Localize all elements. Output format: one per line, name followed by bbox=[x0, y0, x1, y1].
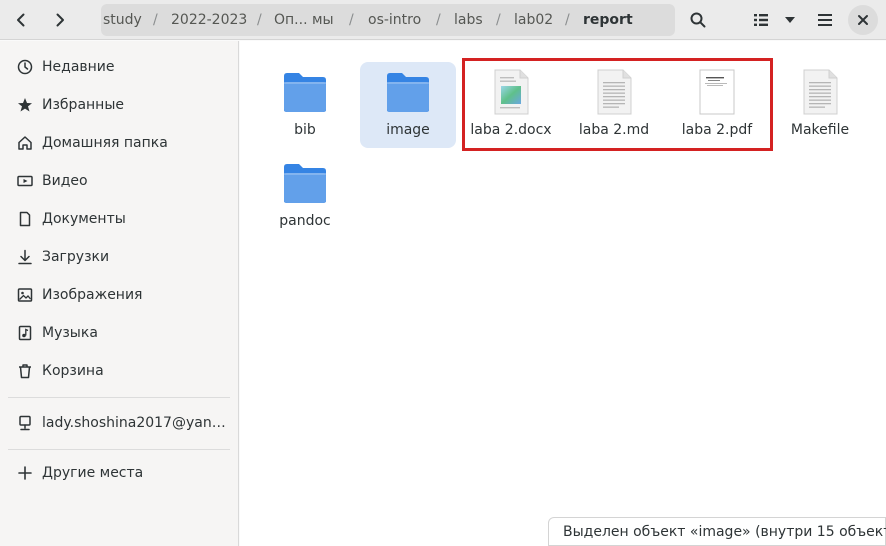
path-separator: / bbox=[153, 12, 158, 28]
header-bar: study / 2022-2023 / Оп... мы / os-intro … bbox=[0, 0, 886, 40]
list-view-icon bbox=[753, 12, 769, 28]
image-icon bbox=[17, 287, 33, 303]
file-manager-window: study / 2022-2023 / Оп... мы / os-intro … bbox=[0, 0, 886, 546]
sidebar-item-home[interactable]: Домашняя папка bbox=[0, 125, 238, 161]
sidebar-item-label: Другие места bbox=[42, 465, 144, 481]
sidebar-item-label: Корзина bbox=[42, 363, 104, 379]
folder-icon bbox=[281, 159, 329, 207]
back-icon bbox=[13, 12, 29, 28]
sidebar-item-documents[interactable]: Документы bbox=[0, 201, 238, 237]
file-item-image[interactable]: image bbox=[360, 62, 456, 148]
path-separator: / bbox=[257, 12, 262, 28]
music-icon bbox=[17, 325, 33, 341]
sidebar-item-label: Загрузки bbox=[42, 249, 110, 265]
sidebar-item-recent[interactable]: Недавние bbox=[0, 49, 238, 85]
sidebar-divider bbox=[8, 397, 230, 398]
close-button[interactable] bbox=[848, 5, 878, 35]
path-separator: / bbox=[565, 12, 570, 28]
folder-icon bbox=[384, 68, 432, 116]
search-icon bbox=[690, 12, 706, 28]
sidebar-item-other-locations[interactable]: Другие места bbox=[0, 455, 238, 491]
breadcrumb-os-intro[interactable]: os-intro bbox=[368, 4, 421, 36]
view-mode-button[interactable] bbox=[746, 4, 776, 36]
path-separator: / bbox=[496, 12, 501, 28]
folder-icon bbox=[281, 68, 329, 116]
file-item-bib[interactable]: bib bbox=[257, 62, 353, 148]
file-item-makefile[interactable]: Makefile bbox=[772, 62, 868, 148]
download-icon bbox=[17, 249, 33, 265]
sidebar-item-label: Документы bbox=[42, 211, 126, 227]
breadcrumb-lab02[interactable]: lab02 bbox=[514, 4, 553, 36]
file-name: pandoc bbox=[279, 213, 331, 229]
dropdown-icon bbox=[784, 16, 796, 24]
annotation-highlight-box bbox=[462, 58, 773, 151]
online-account-icon bbox=[17, 415, 33, 431]
breadcrumb-labs[interactable]: labs bbox=[454, 4, 483, 36]
close-icon bbox=[857, 14, 869, 26]
forward-icon bbox=[52, 12, 68, 28]
sidebar-item-starred[interactable]: Избранные bbox=[0, 87, 238, 123]
sidebar-item-online-account[interactable]: lady.shoshina2017@yan… bbox=[0, 405, 238, 441]
file-name: Makefile bbox=[790, 122, 850, 138]
file-name: bib bbox=[294, 122, 316, 138]
file-name: image bbox=[386, 122, 430, 138]
video-icon bbox=[17, 173, 33, 189]
star-icon bbox=[17, 97, 33, 113]
breadcrumb-op-my[interactable]: Оп... мы bbox=[274, 4, 334, 36]
path-separator: / bbox=[349, 12, 354, 28]
sidebar: Недавние Избранные Домашняя папка Видео … bbox=[0, 41, 239, 546]
back-button[interactable] bbox=[5, 4, 37, 36]
home-icon bbox=[17, 135, 33, 151]
sidebar-divider bbox=[8, 449, 230, 450]
path-separator: / bbox=[436, 12, 441, 28]
search-button[interactable] bbox=[682, 4, 714, 36]
sidebar-item-label: lady.shoshina2017@yan… bbox=[42, 415, 226, 431]
sidebar-item-music[interactable]: Музыка bbox=[0, 315, 238, 351]
breadcrumb-2022-2023[interactable]: 2022-2023 bbox=[171, 4, 247, 36]
sidebar-item-trash[interactable]: Корзина bbox=[0, 353, 238, 389]
sidebar-item-downloads[interactable]: Загрузки bbox=[0, 239, 238, 275]
path-bar: study / 2022-2023 / Оп... мы / os-intro … bbox=[101, 4, 675, 36]
sidebar-item-label: Домашняя папка bbox=[42, 135, 168, 151]
sidebar-item-label: Музыка bbox=[42, 325, 98, 341]
breadcrumb-report[interactable]: report bbox=[583, 4, 633, 36]
text-document-icon bbox=[796, 68, 844, 116]
plus-icon bbox=[17, 465, 33, 481]
sidebar-item-label: Недавние bbox=[42, 59, 115, 75]
hamburger-menu-icon bbox=[817, 13, 833, 27]
file-item-pandoc[interactable]: pandoc bbox=[257, 153, 353, 239]
sidebar-item-label: Видео bbox=[42, 173, 88, 189]
main-menu-button[interactable] bbox=[809, 4, 841, 36]
forward-button[interactable] bbox=[44, 4, 76, 36]
document-icon bbox=[17, 211, 33, 227]
sidebar-item-label: Избранные bbox=[42, 97, 124, 113]
status-bar: Выделен объект «image» (внутри 15 объект… bbox=[548, 517, 886, 546]
sidebar-item-video[interactable]: Видео bbox=[0, 163, 238, 199]
trash-icon bbox=[17, 363, 33, 379]
sidebar-item-pictures[interactable]: Изображения bbox=[0, 277, 238, 313]
recent-icon bbox=[17, 59, 33, 75]
view-options-button[interactable] bbox=[777, 4, 803, 36]
sidebar-item-label: Изображения bbox=[42, 287, 143, 303]
breadcrumb-study[interactable]: study bbox=[103, 4, 142, 36]
